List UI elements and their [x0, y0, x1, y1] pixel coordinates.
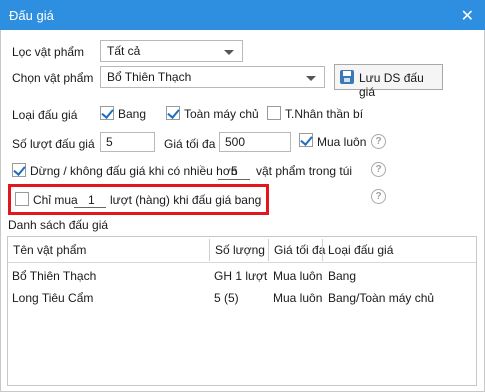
checkbox-mystery-merchant[interactable]: [267, 106, 281, 120]
save-list-label: Lưu DS đấu giá: [359, 71, 424, 99]
buy-rule-suffix: lượt (hàng) khi đấu giá bang: [110, 193, 262, 207]
stop-rule-count-underline: [218, 179, 250, 180]
max-price-input[interactable]: 500: [219, 132, 291, 152]
checkbox-buy-now[interactable]: [299, 133, 313, 147]
cell-auction-type: Bang/Toàn máy chủ: [328, 291, 435, 305]
buy-now-label: Mua luôn: [317, 135, 367, 149]
checkbox-stop-rule[interactable]: [12, 163, 26, 177]
cell-name: Bổ Thiên Thạch: [12, 269, 97, 283]
column-header-quantity[interactable]: Số lượng: [215, 243, 265, 257]
checkbox-buy-rule[interactable]: [15, 192, 29, 206]
buy-rule-count-underline: [74, 207, 106, 208]
filter-dropdown[interactable]: Tất cả: [100, 40, 243, 62]
cell-quantity: 5 (5): [214, 291, 239, 305]
cell-name: Long Tiêu Cẩm: [12, 291, 94, 305]
option-mystery-merchant-label: T.Nhân thần bí: [285, 107, 364, 121]
column-header-name[interactable]: Tên vật phẩm: [13, 243, 86, 257]
checkbox-server-wide[interactable]: [166, 106, 180, 120]
floppy-disk-icon: [340, 70, 354, 84]
cell-auction-type: Bang: [328, 269, 357, 283]
chevron-down-icon: [224, 50, 234, 55]
chevron-down-icon: [306, 76, 316, 81]
item-select-value: Bổ Thiên Thạch: [107, 70, 192, 84]
item-select-label: Chọn vật phẩm: [12, 71, 94, 85]
bid-count-label: Số lượt đấu giá: [12, 137, 95, 151]
auction-list-table: Tên vật phẩm Số lượng Giá tối đa Loại đấ…: [7, 236, 477, 386]
filter-label: Lọc vật phẩm: [12, 45, 85, 59]
cell-quantity: GH 1 lượt: [214, 269, 268, 283]
table-header: Tên vật phẩm Số lượng Giá tối đa Loại đấ…: [8, 237, 476, 263]
window-title: Đấu giá: [9, 8, 54, 23]
buy-rule-label: Chỉ mua: [33, 193, 78, 207]
cell-max-price: Mua luôn: [273, 269, 323, 283]
close-icon[interactable]: ✕: [461, 6, 474, 26]
option-server-wide-label: Toàn máy chủ: [184, 107, 259, 121]
help-icon[interactable]: ?: [371, 189, 386, 204]
column-divider: [322, 239, 323, 261]
column-divider: [209, 239, 210, 261]
max-price-label: Giá tối đa: [164, 137, 216, 151]
filter-value: Tất cả: [107, 44, 141, 58]
stop-rule-count[interactable]: 5: [231, 164, 238, 178]
buy-rule-count[interactable]: 1: [88, 193, 95, 207]
option-bang-label: Bang: [118, 107, 147, 121]
checkbox-bang[interactable]: [100, 106, 114, 120]
stop-rule-label: Dừng / không đấu giá khi có nhiều hơn: [30, 164, 238, 178]
item-select-dropdown[interactable]: Bổ Thiên Thạch: [100, 66, 325, 88]
auction-type-label: Loại đấu giá: [12, 108, 78, 122]
help-icon[interactable]: ?: [371, 162, 386, 177]
column-header-max-price[interactable]: Giá tối đa: [274, 243, 325, 257]
table-row[interactable]: Long Tiêu Cẩm 5 (5) Mua luôn Bang/Toàn m…: [8, 287, 476, 309]
cell-max-price: Mua luôn: [273, 291, 323, 305]
table-row[interactable]: Bổ Thiên Thạch GH 1 lượt Mua luôn Bang: [8, 265, 476, 287]
bid-count-input[interactable]: 5: [100, 132, 155, 152]
list-title: Danh sách đấu giá: [8, 218, 109, 232]
stop-rule-suffix: vật phẩm trong túi: [256, 164, 353, 178]
title-bar: Đấu giá ✕: [0, 0, 485, 30]
column-divider: [268, 239, 269, 261]
save-list-button[interactable]: Lưu DS đấu giá: [334, 64, 443, 99]
column-header-auction-type[interactable]: Loại đấu giá: [328, 243, 393, 257]
help-icon[interactable]: ?: [371, 134, 386, 149]
